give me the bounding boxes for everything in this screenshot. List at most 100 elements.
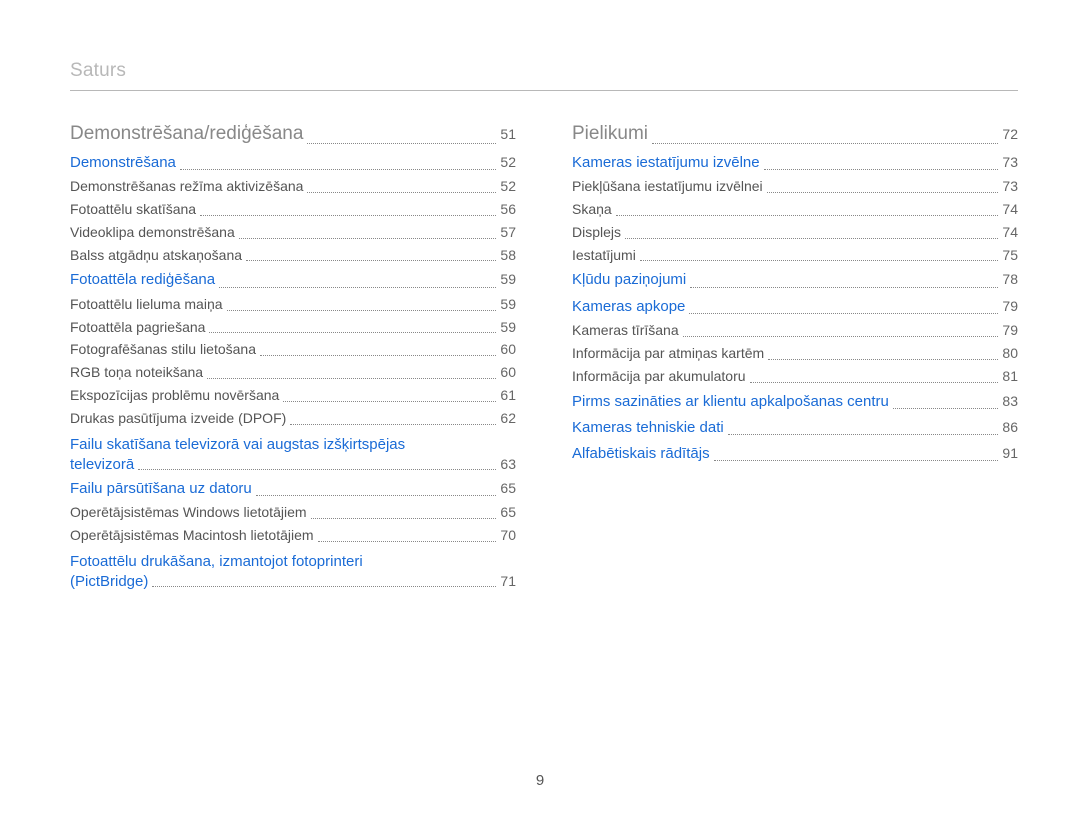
toc-entry-label: Informācija par akumulatoru <box>572 367 746 386</box>
toc-entry[interactable]: Informācija par atmiņas kartēm 80 <box>572 344 1018 363</box>
toc-entry-label: Operētājsistēmas Windows lietotājiem <box>70 503 307 522</box>
toc-entry-label: Fotoattēlu skatīšana <box>70 200 196 219</box>
toc-entry-page: 80 <box>1002 344 1018 363</box>
toc-entry-page: 61 <box>500 386 516 405</box>
toc-entry[interactable]: Skaņa 74 <box>572 200 1018 219</box>
toc-entry-page: 78 <box>1002 270 1018 289</box>
toc-entry[interactable]: Kameras tehniskie dati86 <box>572 418 1018 438</box>
toc-entry[interactable]: Alfabētiskais rādītājs 91 <box>572 444 1018 464</box>
toc-entry-label: Pielikumi <box>572 121 648 147</box>
toc-entry-label: Iestatījumi <box>572 246 636 265</box>
toc-entry-label: televizorā <box>70 456 134 473</box>
toc-entry-page: 62 <box>500 409 516 428</box>
toc-entry[interactable]: Videoklipa demonstrēšana 57 <box>70 223 516 242</box>
toc-entry[interactable]: Fotografēšanas stilu lietošana60 <box>70 340 516 359</box>
toc-leader-dots <box>318 533 497 542</box>
toc-entry-page: 59 <box>500 295 516 314</box>
toc-entry-label: Videoklipa demonstrēšana <box>70 223 235 242</box>
toc-entry[interactable]: RGB toņa noteikšana60 <box>70 363 516 382</box>
toc-entry: Demonstrēšana/rediģēšana 51 <box>70 121 516 147</box>
toc-column-left: Demonstrēšana/rediģēšana 51 Demonstrēšana 5… <box>70 121 516 590</box>
page-title: Saturs <box>70 60 1018 82</box>
toc-entry[interactable]: Fotoattēla rediģēšana59 <box>70 270 516 290</box>
toc-entry[interactable]: Informācija par akumulatoru 81 <box>572 367 1018 386</box>
toc-entry-page: 86 <box>1002 418 1018 437</box>
toc-leader-dots <box>307 135 496 144</box>
toc-entry-label: Informācija par atmiņas kartēm <box>572 344 764 363</box>
toc-entry-page: 74 <box>1002 200 1018 219</box>
toc-entry[interactable]: Fotoattēlu lieluma maiņa 59 <box>70 295 516 314</box>
toc-entry-page: 56 <box>500 200 516 219</box>
toc-entry-label: (PictBridge) <box>70 573 148 590</box>
toc-entry[interactable]: Kameras iestatījumu izvēlne 73 <box>572 153 1018 173</box>
toc-entry-label: Demonstrēšana/rediģēšana <box>70 121 303 147</box>
toc-entry[interactable]: Fotoattēlu skatīšana 56 <box>70 200 516 219</box>
toc-entry[interactable]: Balss atgādņu atskaņošana58 <box>70 246 516 265</box>
toc-entry-page: 52 <box>500 177 516 196</box>
toc-entry-label: Drukas pasūtījuma izveide (DPOF) <box>70 409 286 428</box>
toc-entry-label: Demonstrēšana <box>70 153 176 173</box>
toc-entry-label: Fotoattēla rediģēšana <box>70 270 215 290</box>
toc-entry-label: Kameras apkope <box>572 297 685 317</box>
toc-leader-dots <box>714 452 999 461</box>
toc-entry-page: 65 <box>500 479 516 498</box>
toc-entry[interactable]: Kļūdu paziņojumi 78 <box>572 270 1018 290</box>
toc-entry-label: Fotoattēlu lieluma maiņa <box>70 295 223 314</box>
toc-leader-dots <box>152 578 496 587</box>
toc-entry-page: 51 <box>500 125 516 144</box>
toc-entry[interactable]: Piekļūšana iestatījumu izvēlnei73 <box>572 177 1018 196</box>
toc-entry-page: 71 <box>500 573 516 589</box>
toc-entry[interactable]: Iestatījumi 75 <box>572 246 1018 265</box>
toc-entry-page: 81 <box>1002 367 1018 386</box>
toc-entry-page: 73 <box>1002 153 1018 172</box>
toc-entry-page: 79 <box>1002 321 1018 340</box>
toc-entry-page: 57 <box>500 223 516 242</box>
toc-entry-label: Pirms sazināties ar klientu apkalpošanas… <box>572 392 889 412</box>
toc-entry-page: 75 <box>1002 246 1018 265</box>
toc-entry[interactable]: Demonstrēšanas režīma aktivizēšana52 <box>70 177 516 196</box>
toc-leader-dots <box>764 161 999 170</box>
toc-entry[interactable]: Failu pārsūtīšana uz datoru 65 <box>70 479 516 499</box>
toc-entry[interactable]: Fotoattēla pagriešana59 <box>70 318 516 337</box>
toc-entry-label: Skaņa <box>572 200 612 219</box>
toc-leader-dots <box>625 230 998 239</box>
toc-entry-label: Kameras tīrīšana <box>572 321 679 340</box>
toc-entry[interactable]: Fotoattēlu drukāšana, izmantojot fotopri… <box>70 551 516 590</box>
toc-leader-dots <box>767 184 999 193</box>
toc-entry-label: Failu pārsūtīšana uz datoru <box>70 479 252 499</box>
toc-leader-dots <box>290 416 496 425</box>
toc-entry[interactable]: Operētājsistēmas Windows lietotājiem65 <box>70 503 516 522</box>
page: Saturs Demonstrēšana/rediģēšana51Demonst… <box>0 0 1080 815</box>
toc-leader-dots <box>246 252 496 261</box>
toc-leader-dots <box>893 400 999 409</box>
toc-entry-label: Fotoattēlu drukāšana, izmantojot fotopri… <box>70 551 516 573</box>
toc-entry-label: Kļūdu paziņojumi <box>572 270 686 290</box>
toc-entry-page: 91 <box>1002 444 1018 463</box>
toc-leader-dots <box>652 135 998 144</box>
toc-leader-dots <box>239 230 497 239</box>
toc-entry[interactable]: Operētājsistēmas Macintosh lietotājiem70 <box>70 526 516 545</box>
page-number: 9 <box>0 772 1080 789</box>
toc-entry-label: Fotoattēla pagriešana <box>70 318 205 337</box>
toc-entry[interactable]: Kameras tīrīšana 79 <box>572 321 1018 340</box>
toc-leader-dots <box>728 426 999 435</box>
toc-leader-dots <box>283 393 496 402</box>
toc-entry[interactable]: Failu skatīšana televizorā vai augstas i… <box>70 434 516 473</box>
toc-entry[interactable]: Displejs74 <box>572 223 1018 242</box>
toc-entry[interactable]: Pirms sazināties ar klientu apkalpošanas… <box>572 392 1018 412</box>
toc-entry[interactable]: Demonstrēšana 52 <box>70 153 516 173</box>
toc-leader-dots <box>683 328 999 337</box>
toc-entry-label: Alfabētiskais rādītājs <box>572 444 710 464</box>
toc-leader-dots <box>616 207 999 216</box>
toc-entry-page: 72 <box>1002 125 1018 144</box>
toc-entry-page: 52 <box>500 153 516 172</box>
toc-entry[interactable]: Kameras apkope79 <box>572 297 1018 317</box>
toc-column-right: Pielikumi 72 Kameras iestatījumu izvēlne 73… <box>572 121 1018 590</box>
toc-leader-dots <box>750 374 999 383</box>
header-rule <box>70 90 1018 91</box>
toc-entry[interactable]: Ekspozīcijas problēmu novēršana61 <box>70 386 516 405</box>
toc-entry[interactable]: Drukas pasūtījuma izveide (DPOF) 62 <box>70 409 516 428</box>
toc-leader-dots <box>689 305 998 314</box>
toc-entry-label: Failu skatīšana televizorā vai augstas i… <box>70 434 516 456</box>
toc-entry-label: Kameras iestatījumu izvēlne <box>572 153 760 173</box>
